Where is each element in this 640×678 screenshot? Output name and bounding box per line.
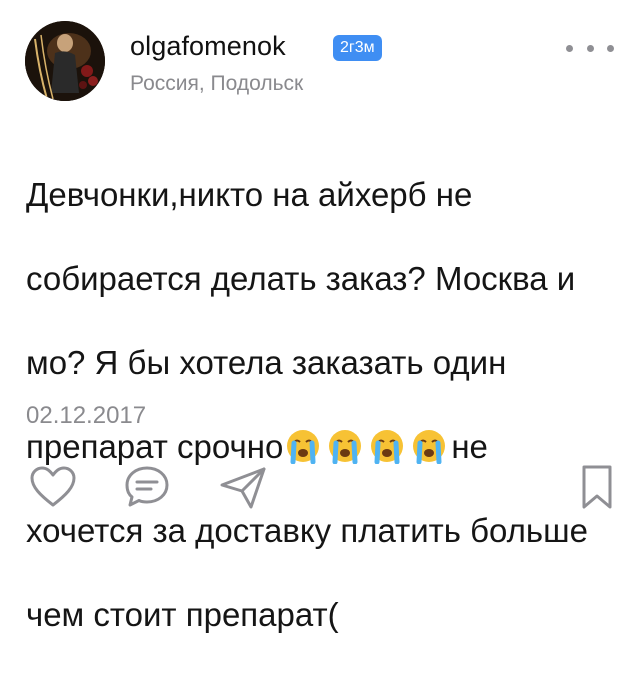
avatar-image <box>25 21 105 101</box>
send-icon[interactable] <box>218 463 268 511</box>
heart-icon[interactable] <box>28 463 78 511</box>
action-bar <box>0 455 640 515</box>
location[interactable]: Россия, Подольск <box>130 72 303 96</box>
comment-icon[interactable] <box>122 463 172 511</box>
time-badge: 2г3м <box>333 35 382 61</box>
post-line: чем стоит препарат( <box>26 596 339 633</box>
post-line: собирается делать заказ? Москва и <box>26 260 576 297</box>
bookmark-icon[interactable] <box>572 463 622 511</box>
username[interactable]: olgafomenok <box>130 31 286 62</box>
post-line: мо? Я бы хотела заказать один <box>26 344 507 381</box>
post-line: хочется за доставку платить больше <box>26 512 588 549</box>
post-line: Девчонки,никто на айхерб не <box>26 176 473 213</box>
dot <box>586 44 594 52</box>
dot <box>607 44 614 52</box>
avatar[interactable] <box>25 21 105 101</box>
post-date: 02.12.2017 <box>26 402 147 429</box>
more-options-icon[interactable] <box>566 38 614 58</box>
dot <box>566 44 573 52</box>
